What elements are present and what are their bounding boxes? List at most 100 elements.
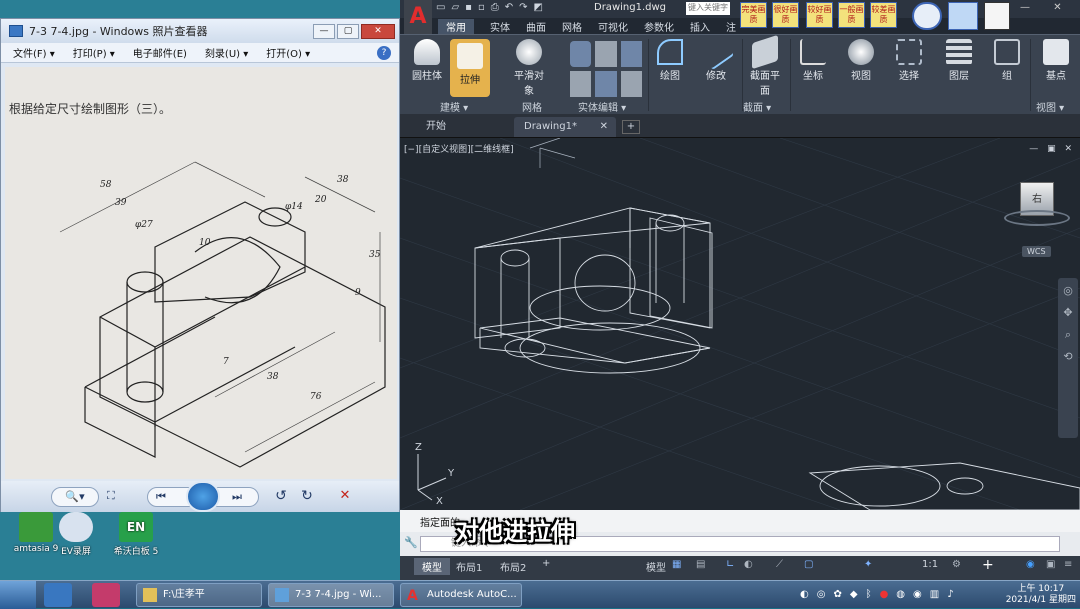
tab-drawing1[interactable]: Drawing1* ✕ — [514, 117, 616, 137]
extrude-button[interactable]: 拉伸 — [450, 39, 490, 97]
add-layout-button[interactable]: + — [542, 558, 550, 569]
polar-icon[interactable]: ◐ — [744, 559, 753, 570]
quality-poor-button[interactable]: 较差画质 — [870, 2, 897, 28]
shell-icon[interactable] — [620, 71, 642, 97]
close-viewport-icon[interactable]: ✕ — [1064, 144, 1072, 154]
start-button[interactable] — [0, 581, 36, 609]
print-icon[interactable]: ⎙ — [491, 2, 499, 13]
viewcube-compass[interactable] — [1004, 210, 1070, 226]
wrench-icon[interactable]: 🔧 — [404, 536, 418, 550]
gear-icon[interactable]: ⚙ — [952, 559, 961, 570]
rotate-ccw-icon[interactable]: ↺ — [271, 487, 291, 507]
quick-launch-desktop-icon[interactable] — [44, 583, 72, 607]
tray-icon-3[interactable]: ✿ — [833, 589, 841, 600]
status-model-label[interactable]: 模型 — [646, 559, 666, 574]
workspace-icon[interactable]: ◩ — [534, 2, 543, 13]
zoom-icon[interactable]: ⌕ — [1058, 328, 1078, 350]
tray-icon-5[interactable]: ◍ — [896, 589, 905, 600]
isodraft-icon[interactable]: ⟋ — [776, 559, 783, 570]
delete-icon[interactable]: ✕ — [335, 487, 355, 507]
base-point-button[interactable]: 基点 — [1038, 39, 1074, 82]
tab-visualize[interactable]: 可视化 — [598, 19, 628, 34]
tab-surface[interactable]: 曲面 — [526, 19, 546, 34]
draw-panel-button[interactable]: 绘图 — [650, 39, 690, 82]
tray-icon-6[interactable]: ◉ — [913, 589, 922, 600]
menu-file[interactable]: 文件(F) ▾ — [13, 45, 55, 60]
taskbar-item-photoviewer[interactable]: 7-3 7-4.jpg - Wi... — [268, 583, 394, 607]
clock[interactable]: 上午 10:17 2021/4/1 星期四 — [1006, 584, 1076, 606]
open-file-icon[interactable]: ▱ — [451, 2, 459, 13]
new-tab-button[interactable]: + — [622, 120, 640, 134]
tab-annotate[interactable]: 注 — [726, 19, 736, 34]
section-plane-button[interactable]: 截面平面 — [746, 34, 784, 97]
menu-burn[interactable]: 刻录(U) ▾ — [205, 45, 248, 60]
subtract-icon[interactable] — [595, 41, 617, 67]
photo-viewer-titlebar[interactable]: 7-3 7-4.jpg - Windows 照片查看器 — ▢ ✕ — [1, 19, 399, 43]
select-button[interactable]: 选择 — [890, 39, 928, 82]
next-icon[interactable]: ⏭ — [232, 488, 242, 506]
restore-viewport-icon[interactable]: — — [1029, 144, 1038, 154]
steering-wheel-icon[interactable]: ◎ — [1058, 284, 1078, 306]
pen-icon[interactable] — [984, 2, 1010, 30]
union-icon[interactable] — [570, 41, 592, 67]
tab-home[interactable]: 常用 — [438, 19, 474, 34]
save-icon[interactable]: ▪ — [465, 2, 472, 13]
layers-button[interactable]: 图层 — [940, 39, 978, 82]
taskbar-item-autocad[interactable]: A Autodesk AutoC... — [400, 583, 522, 607]
view-button[interactable]: 视图 — [842, 39, 880, 82]
network-icon[interactable]: ▥ — [930, 589, 939, 600]
tray-icon-4[interactable]: ◆ — [850, 589, 858, 600]
close-tab-icon[interactable]: ✕ — [600, 117, 608, 137]
new-file-icon[interactable]: ▭ — [436, 2, 445, 13]
orbit-icon[interactable]: ⟲ — [1058, 350, 1078, 372]
help-icon[interactable]: ? — [377, 45, 391, 60]
taskbar-item-folder[interactable]: F:\庄孝平 — [136, 583, 262, 607]
modify-panel-button[interactable]: 修改 — [696, 33, 736, 82]
group-solid-edit[interactable]: 实体编辑 ▾ — [578, 99, 626, 114]
tab-model[interactable]: 模型 — [414, 558, 450, 575]
slice-icon[interactable] — [570, 71, 592, 97]
annotation-icon[interactable]: ✦ — [864, 559, 872, 570]
redo-icon[interactable]: ↷ — [519, 2, 527, 13]
tray-icon-1[interactable]: ◐ — [800, 589, 809, 600]
close-button[interactable]: ✕ — [361, 23, 395, 39]
quality-normal-button[interactable]: 一般画质 — [838, 2, 865, 28]
tab-solid[interactable]: 实体 — [490, 19, 510, 34]
desktop-icon-seewo[interactable]: EN 希沃白板 5 — [100, 512, 172, 557]
ortho-icon[interactable]: ∟ — [726, 559, 734, 570]
menu-email[interactable]: 电子邮件(E) — [133, 45, 187, 60]
intersect-icon[interactable] — [620, 41, 642, 67]
smooth-object-button[interactable]: 平滑对象 — [512, 39, 546, 97]
tab-insert[interactable]: 插入 — [690, 19, 710, 34]
slideshow-button[interactable] — [186, 481, 220, 512]
viewport-controls-label[interactable]: [−][自定义视图][二维线框] — [404, 142, 514, 155]
model-viewport[interactable]: Z Y X [−][自定义视图][二维线框] — ▣ ✕ 右 WCS ◎ ✥ ⌕… — [400, 138, 1080, 510]
autocad-logo-icon[interactable]: A — [404, 0, 432, 36]
group-section[interactable]: 截面 ▾ — [743, 99, 771, 114]
osnap-icon[interactable]: ▢ — [804, 559, 813, 570]
capture-icon[interactable] — [912, 2, 942, 30]
pan-icon[interactable]: ✥ — [1058, 306, 1078, 328]
clean-screen-icon[interactable]: ▣ — [1046, 559, 1055, 570]
zoom-button[interactable]: 🔍▾ — [51, 487, 99, 507]
search-input[interactable]: 键入关键字 — [686, 2, 730, 15]
plus-icon[interactable]: + — [982, 557, 994, 573]
grid-icon[interactable]: ▦ — [672, 559, 681, 570]
fit-window-icon[interactable]: ⛶ — [107, 487, 115, 505]
minimize-button[interactable]: — — [1020, 2, 1030, 13]
save-as-icon[interactable]: ▫ — [478, 2, 485, 13]
bluetooth-icon[interactable]: ᛒ — [866, 589, 872, 600]
coordinates-button[interactable]: 坐标 — [794, 39, 832, 82]
cylinder-button[interactable]: 圆柱体 — [410, 39, 444, 82]
switch-screen-icon[interactable] — [948, 2, 978, 30]
group-modeling[interactable]: 建模 ▾ — [440, 99, 468, 114]
menu-print[interactable]: 打印(P) ▾ — [73, 45, 115, 60]
snap-icon[interactable]: ▤ — [696, 559, 705, 570]
previous-icon[interactable]: ⏮ — [156, 488, 166, 506]
maximize-viewport-icon[interactable]: ▣ — [1047, 144, 1056, 154]
tab-mesh[interactable]: 网格 — [562, 19, 582, 34]
volume-icon[interactable]: ♪ — [947, 589, 953, 600]
interfere-icon[interactable] — [595, 71, 617, 97]
hardware-accel-icon[interactable]: ◉ — [1026, 559, 1035, 570]
tab-start[interactable]: 开始 — [416, 117, 456, 137]
